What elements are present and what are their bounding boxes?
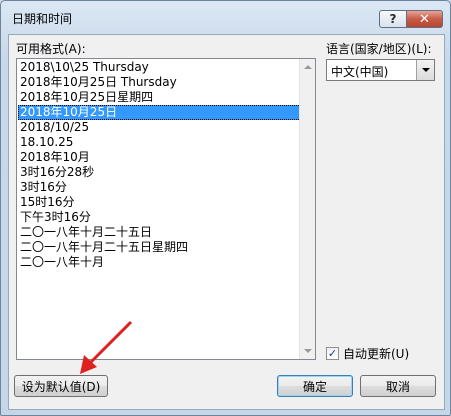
scroll-down-button[interactable] <box>300 343 315 359</box>
list-item[interactable]: 3时16分28秒 <box>18 165 301 180</box>
language-dropdown-button[interactable] <box>416 60 434 80</box>
date-time-dialog: 日期和时间 ? ✕ 可用格式(A): 2018\10\25 Thursday 20… <box>0 0 451 416</box>
language-value: 中文(中国) <box>331 65 389 79</box>
language-label: 语言(国家/地区)(L): <box>326 42 432 56</box>
auto-update-option[interactable]: ✓ 自动更新(U) <box>326 345 409 362</box>
auto-update-checkbox[interactable]: ✓ <box>326 347 339 360</box>
formats-label: 可用格式(A): <box>16 42 86 56</box>
help-button[interactable]: ? <box>379 10 407 28</box>
language-select[interactable]: 中文(中国) <box>326 59 435 81</box>
scroll-up-button[interactable] <box>300 59 315 75</box>
formats-listbox[interactable]: 2018\10\25 Thursday 2018年10月25日 Thursday 2… <box>16 58 316 360</box>
list-item[interactable]: 18.10.25 <box>18 135 301 150</box>
list-item[interactable]: 2018年10月25日 Thursday <box>18 75 301 90</box>
list-item-selected[interactable]: 2018年10月25日 <box>18 105 301 120</box>
list-item[interactable]: 二〇一八年十月二十五日 <box>18 225 301 240</box>
vertical-scrollbar[interactable] <box>299 59 315 359</box>
list-item[interactable]: 2018年10月25日星期四 <box>18 90 301 105</box>
cancel-button[interactable]: 取消 <box>360 375 436 397</box>
formats-list: 2018\10\25 Thursday 2018年10月25日 Thursday 2… <box>18 60 301 270</box>
ok-button[interactable]: 确定 <box>277 375 353 397</box>
close-button[interactable]: ✕ <box>406 10 443 28</box>
close-icon: ✕ <box>419 11 430 27</box>
scroll-down-icon <box>303 349 312 353</box>
chevron-down-icon <box>421 68 430 72</box>
list-item[interactable]: 2018\10\25 Thursday <box>18 60 301 75</box>
check-icon: ✓ <box>327 347 338 360</box>
title-bar[interactable]: 日期和时间 ? ✕ <box>1 1 450 35</box>
help-icon: ? <box>389 12 397 26</box>
dialog-body: 可用格式(A): 2018\10\25 Thursday 2018年10月25日 … <box>8 34 445 410</box>
list-item[interactable]: 2018年10月 <box>18 150 301 165</box>
list-item[interactable]: 下午3时16分 <box>18 210 301 225</box>
list-item[interactable]: 二〇一八年十月二十五日星期四 <box>18 240 301 255</box>
list-item[interactable]: 3时16分 <box>18 180 301 195</box>
scroll-up-icon <box>303 65 312 69</box>
dialog-title: 日期和时间 <box>12 12 73 26</box>
list-item[interactable]: 15时16分 <box>18 195 301 210</box>
set-default-button[interactable]: 设为默认值(D) <box>14 375 108 397</box>
list-item[interactable]: 2018/10/25 <box>18 120 301 135</box>
list-item[interactable]: 二〇一八年十月 <box>18 255 301 270</box>
auto-update-label: 自动更新(U) <box>343 347 410 361</box>
